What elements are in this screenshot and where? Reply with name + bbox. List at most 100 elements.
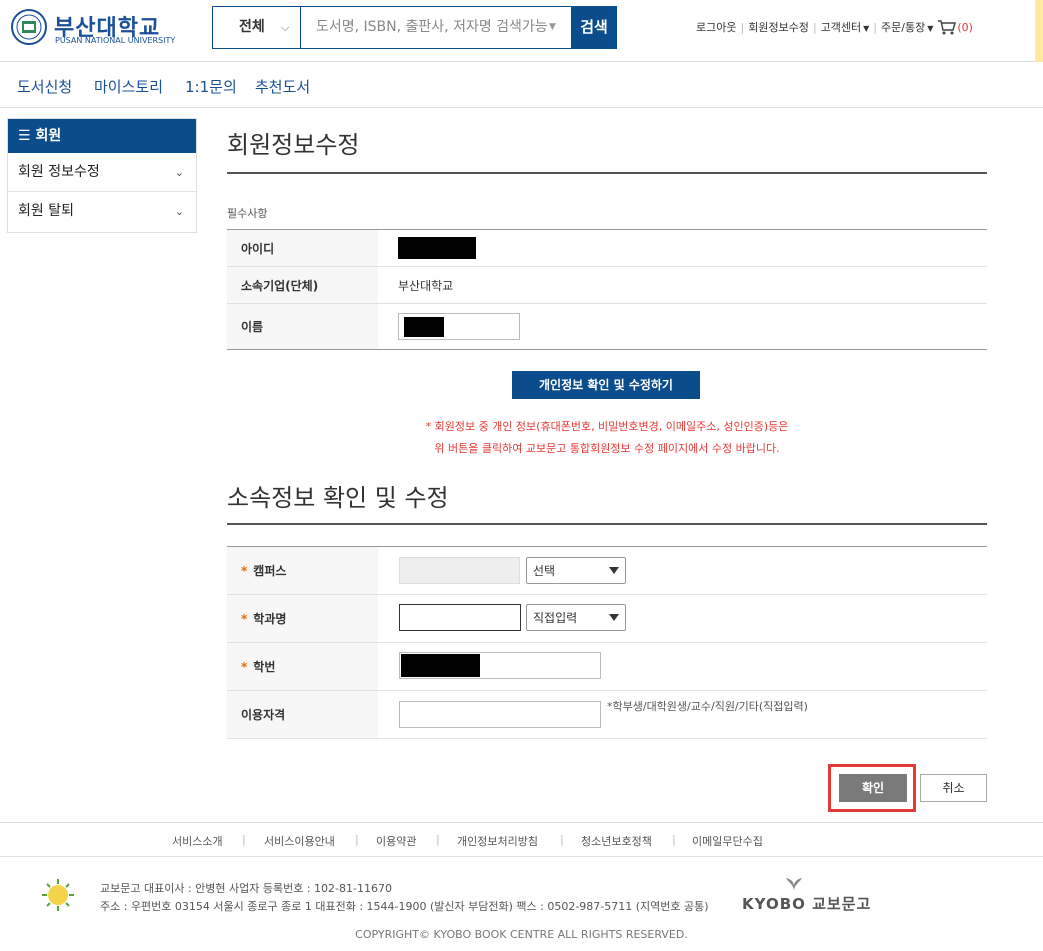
campus-select[interactable]: 선택 <box>526 557 626 584</box>
order-account-menu[interactable]: 주문/통장 ▼ <box>881 19 933 35</box>
redacted-id <box>398 237 476 259</box>
chevron-down-icon <box>609 566 619 574</box>
chevron-down-icon <box>609 613 619 621</box>
table-row: 아이디 <box>227 230 987 267</box>
sidebar-item-edit-info[interactable]: 회원 정보수정 ⌄ <box>8 153 196 192</box>
sidebar-item-label: 회원 탈퇴 <box>18 203 74 219</box>
title-divider <box>227 172 987 174</box>
kyobo-leaf-icon <box>786 878 802 891</box>
campus-field <box>399 557 520 584</box>
dept-select-value: 직접입력 <box>533 611 578 625</box>
sidebar-item-withdraw[interactable]: 회원 탈퇴 ⌄ <box>8 192 196 231</box>
eligibility-input[interactable] <box>399 701 601 728</box>
org-value: 부산대학교 <box>398 278 454 293</box>
name-field <box>398 313 520 340</box>
campus-select-value: 선택 <box>533 564 556 578</box>
campus-label-text: 캠퍼스 <box>253 564 287 578</box>
search-button[interactable]: 검색 <box>571 6 617 49</box>
university-logo[interactable]: 부산대학교 PUSAN NATIONAL UNIVERSITY <box>10 8 180 50</box>
nav-inquiry[interactable]: 1:1문의 <box>185 76 237 97</box>
separator: | <box>355 833 359 846</box>
caret-down-icon[interactable]: ▼ <box>549 7 556 48</box>
copyright: COPYRIGHT© KYOBO BOOK CENTRE ALL RIGHTS … <box>355 928 688 941</box>
cart-count: (0) <box>957 20 973 34</box>
member-sidebar: ☰ 회원 회원 정보수정 ⌄ 회원 탈퇴 ⌄ <box>7 118 197 233</box>
required-mark: * <box>241 611 248 626</box>
search-bar: 전체 ⌵ 도서명, ISBN, 출판사, 저자명 검색가능 ▼ 검색 <box>212 6 617 49</box>
name-value <box>398 304 520 349</box>
sidebar-item-label: 회원 정보수정 <box>18 164 100 180</box>
side-banner[interactable] <box>1035 0 1043 62</box>
order-account-label: 주문/통장 <box>881 21 926 34</box>
nav-book-request[interactable]: 도서신청 <box>17 76 72 97</box>
separator: | <box>242 833 246 846</box>
dept-label-text: 학과명 <box>253 612 287 626</box>
table-row: * 학번 <box>227 643 987 691</box>
student-id-input[interactable] <box>399 652 601 679</box>
dept-input[interactable] <box>399 604 521 631</box>
table-row: 이름 <box>227 304 987 350</box>
sidebar-header: ☰ 회원 <box>8 119 196 153</box>
chevron-down-icon: ⌵ <box>281 21 290 34</box>
separator: | <box>560 833 564 846</box>
footer-link-youth-policy[interactable]: 청소년보호정책 <box>581 833 652 849</box>
eligibility-hint: *학부생/대학원생/교수/직원/기타(직접입력) <box>607 700 808 713</box>
cart-icon[interactable] <box>937 19 957 35</box>
logout-link[interactable]: 로그아웃 <box>696 19 736 35</box>
dept-select[interactable]: 직접입력 <box>526 604 626 631</box>
privacy-note-line1: * 회원정보 중 개인 정보(휴대폰번호, 비밀번호변경, 이메일주소, 성인인… <box>425 420 789 433</box>
eligibility-label: 이용자격 <box>227 691 378 738</box>
footer-link-email-policy[interactable]: 이메일무단수집 <box>692 833 763 849</box>
separator: | <box>740 20 745 34</box>
caret-down-icon: ▼ <box>927 24 934 33</box>
kyobo-brand-logo: KYOBO 교보문고 <box>742 895 872 913</box>
utility-menu: 로그아웃 | 회원정보수정 | 고객센터 ▼ | 주문/통장 ▼ (0) <box>696 18 973 36</box>
title-divider <box>227 523 987 525</box>
id-value <box>398 230 476 266</box>
privacy-note-line2: 위 버튼을 클릭하여 교보문고 통합회원정보 수정 페이지에서 수정 바랍니다. <box>434 442 780 455</box>
org-label: 소속기업(단체) <box>227 267 378 303</box>
name-label: 이름 <box>227 304 378 349</box>
page-title: 회원정보수정 <box>227 131 360 159</box>
required-section-label: 필수사항 <box>227 207 268 220</box>
redacted-student-id <box>401 654 480 677</box>
customer-center-menu[interactable]: 고객센터 ▼ <box>821 19 870 35</box>
separator: | <box>812 20 817 34</box>
caret-down-icon: ▼ <box>863 24 870 33</box>
footer-address-info: 주소 : 우편번호 03154 서울시 종로구 종로 1 대표전화 : 1544… <box>100 900 709 913</box>
logo-english-text: PUSAN NATIONAL UNIVERSITY <box>55 36 176 45</box>
footer-link-service-guide[interactable]: 서비스이용안내 <box>264 833 335 849</box>
chevron-down-icon: ⌄ <box>174 205 184 218</box>
required-mark: * <box>241 659 248 674</box>
footer-link-service-intro[interactable]: 서비스소개 <box>172 833 223 849</box>
student-id-label: * 학번 <box>227 643 378 690</box>
affiliation-section-title: 소속정보 확인 및 수정 <box>227 484 449 512</box>
confirm-button[interactable]: 확인 <box>839 774 907 802</box>
nav-recommended-books[interactable]: 추천도서 <box>255 76 310 97</box>
redacted-name <box>404 317 444 337</box>
search-category-label: 전체 <box>239 19 265 35</box>
customer-center-label: 고객센터 <box>820 21 862 34</box>
separator: | <box>672 833 676 846</box>
required-mark: * <box>241 563 248 578</box>
privacy-edit-button[interactable]: 개인정보 확인 및 수정하기 <box>512 371 700 399</box>
header: 부산대학교 PUSAN NATIONAL UNIVERSITY 전체 ⌵ 도서명… <box>0 0 1043 62</box>
dept-label: * 학과명 <box>227 595 378 642</box>
footer-links: 서비스소개 | 서비스이용안내 | 이용약관 | 개인정보처리방침 | 청소년보… <box>0 822 1043 857</box>
footer-link-terms[interactable]: 이용약관 <box>376 833 416 849</box>
table-row: 소속기업(단체) 부산대학교 <box>227 267 987 304</box>
search-input[interactable]: 도서명, ISBN, 출판사, 저자명 검색가능 <box>302 7 570 48</box>
separator: | <box>436 833 440 846</box>
footer-link-privacy-policy[interactable]: 개인정보처리방침 <box>457 833 538 849</box>
nav-my-story[interactable]: 마이스토리 <box>94 76 163 97</box>
cancel-button[interactable]: 취소 <box>920 774 987 802</box>
reading-tree-logo-icon <box>42 879 74 911</box>
edit-member-info-link[interactable]: 회원정보수정 <box>748 19 809 35</box>
footer-company-info: 교보문고 대표이사 : 안병현 사업자 등록번호 : 102-81-11670 <box>100 882 392 895</box>
sidebar-title: 회원 <box>35 128 62 144</box>
university-emblem-icon <box>11 9 47 45</box>
list-icon: ☰ <box>18 128 31 144</box>
student-id-label-text: 학번 <box>253 660 276 674</box>
separator: | <box>873 20 878 34</box>
campus-label: * 캠퍼스 <box>227 547 378 594</box>
